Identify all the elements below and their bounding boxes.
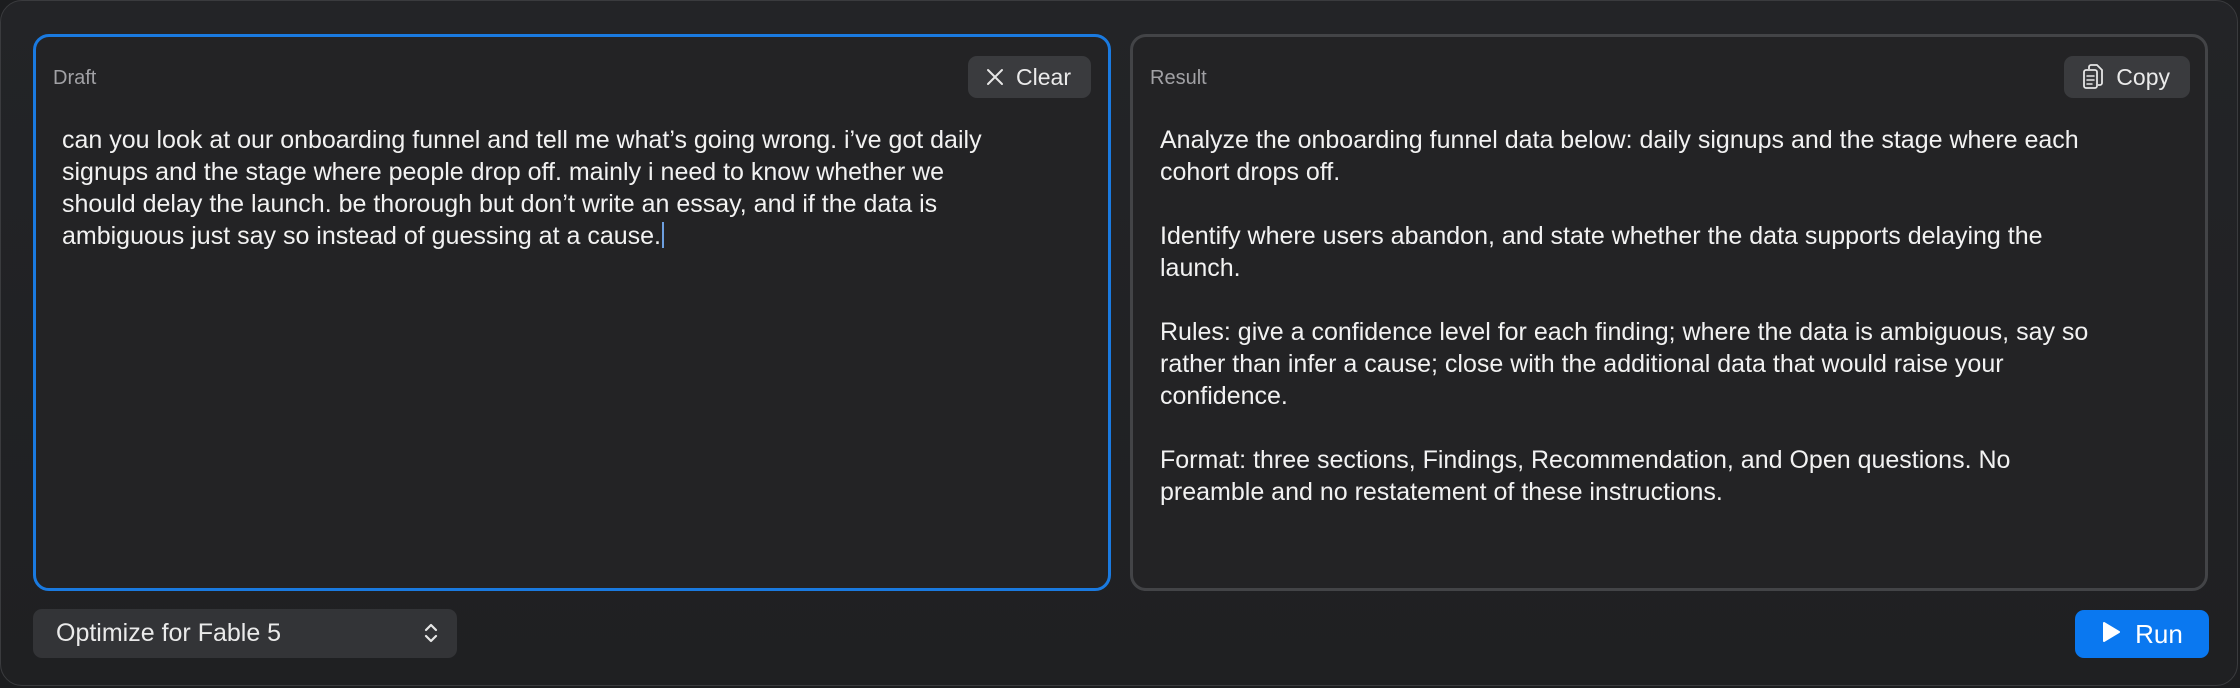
chevron-up-down-icon [423, 621, 439, 652]
model-select-value: Optimize for Fable 5 [56, 619, 282, 647]
run-button[interactable]: Run [2075, 610, 2209, 658]
copy-icon [2082, 64, 2104, 90]
result-label: Result [1150, 67, 1207, 89]
draft-label: Draft [53, 67, 97, 89]
close-icon [986, 68, 1004, 86]
app-window: Draft Clear can you look at our onboardi… [0, 0, 2238, 686]
copy-button-label: Copy [2116, 63, 2170, 90]
run-button-label: Run [2135, 618, 2183, 649]
model-select[interactable]: Optimize for Fable 5 [33, 609, 457, 658]
clear-button[interactable]: Clear [968, 56, 1091, 98]
play-icon [2101, 619, 2121, 650]
draft-panel: Draft Clear can you look at our onboardi… [33, 34, 1111, 591]
clear-button-label: Clear [1016, 63, 1071, 90]
draft-text: can you look at our onboarding funnel an… [62, 126, 982, 250]
result-panel: Result Copy Analyze the onboarding funne… [1130, 34, 2208, 591]
result-text: Analyze the onboarding funnel data below… [1160, 126, 2089, 506]
copy-button[interactable]: Copy [2064, 56, 2190, 98]
draft-textarea[interactable]: can you look at our onboarding funnel an… [62, 124, 1078, 252]
text-caret [661, 222, 664, 248]
